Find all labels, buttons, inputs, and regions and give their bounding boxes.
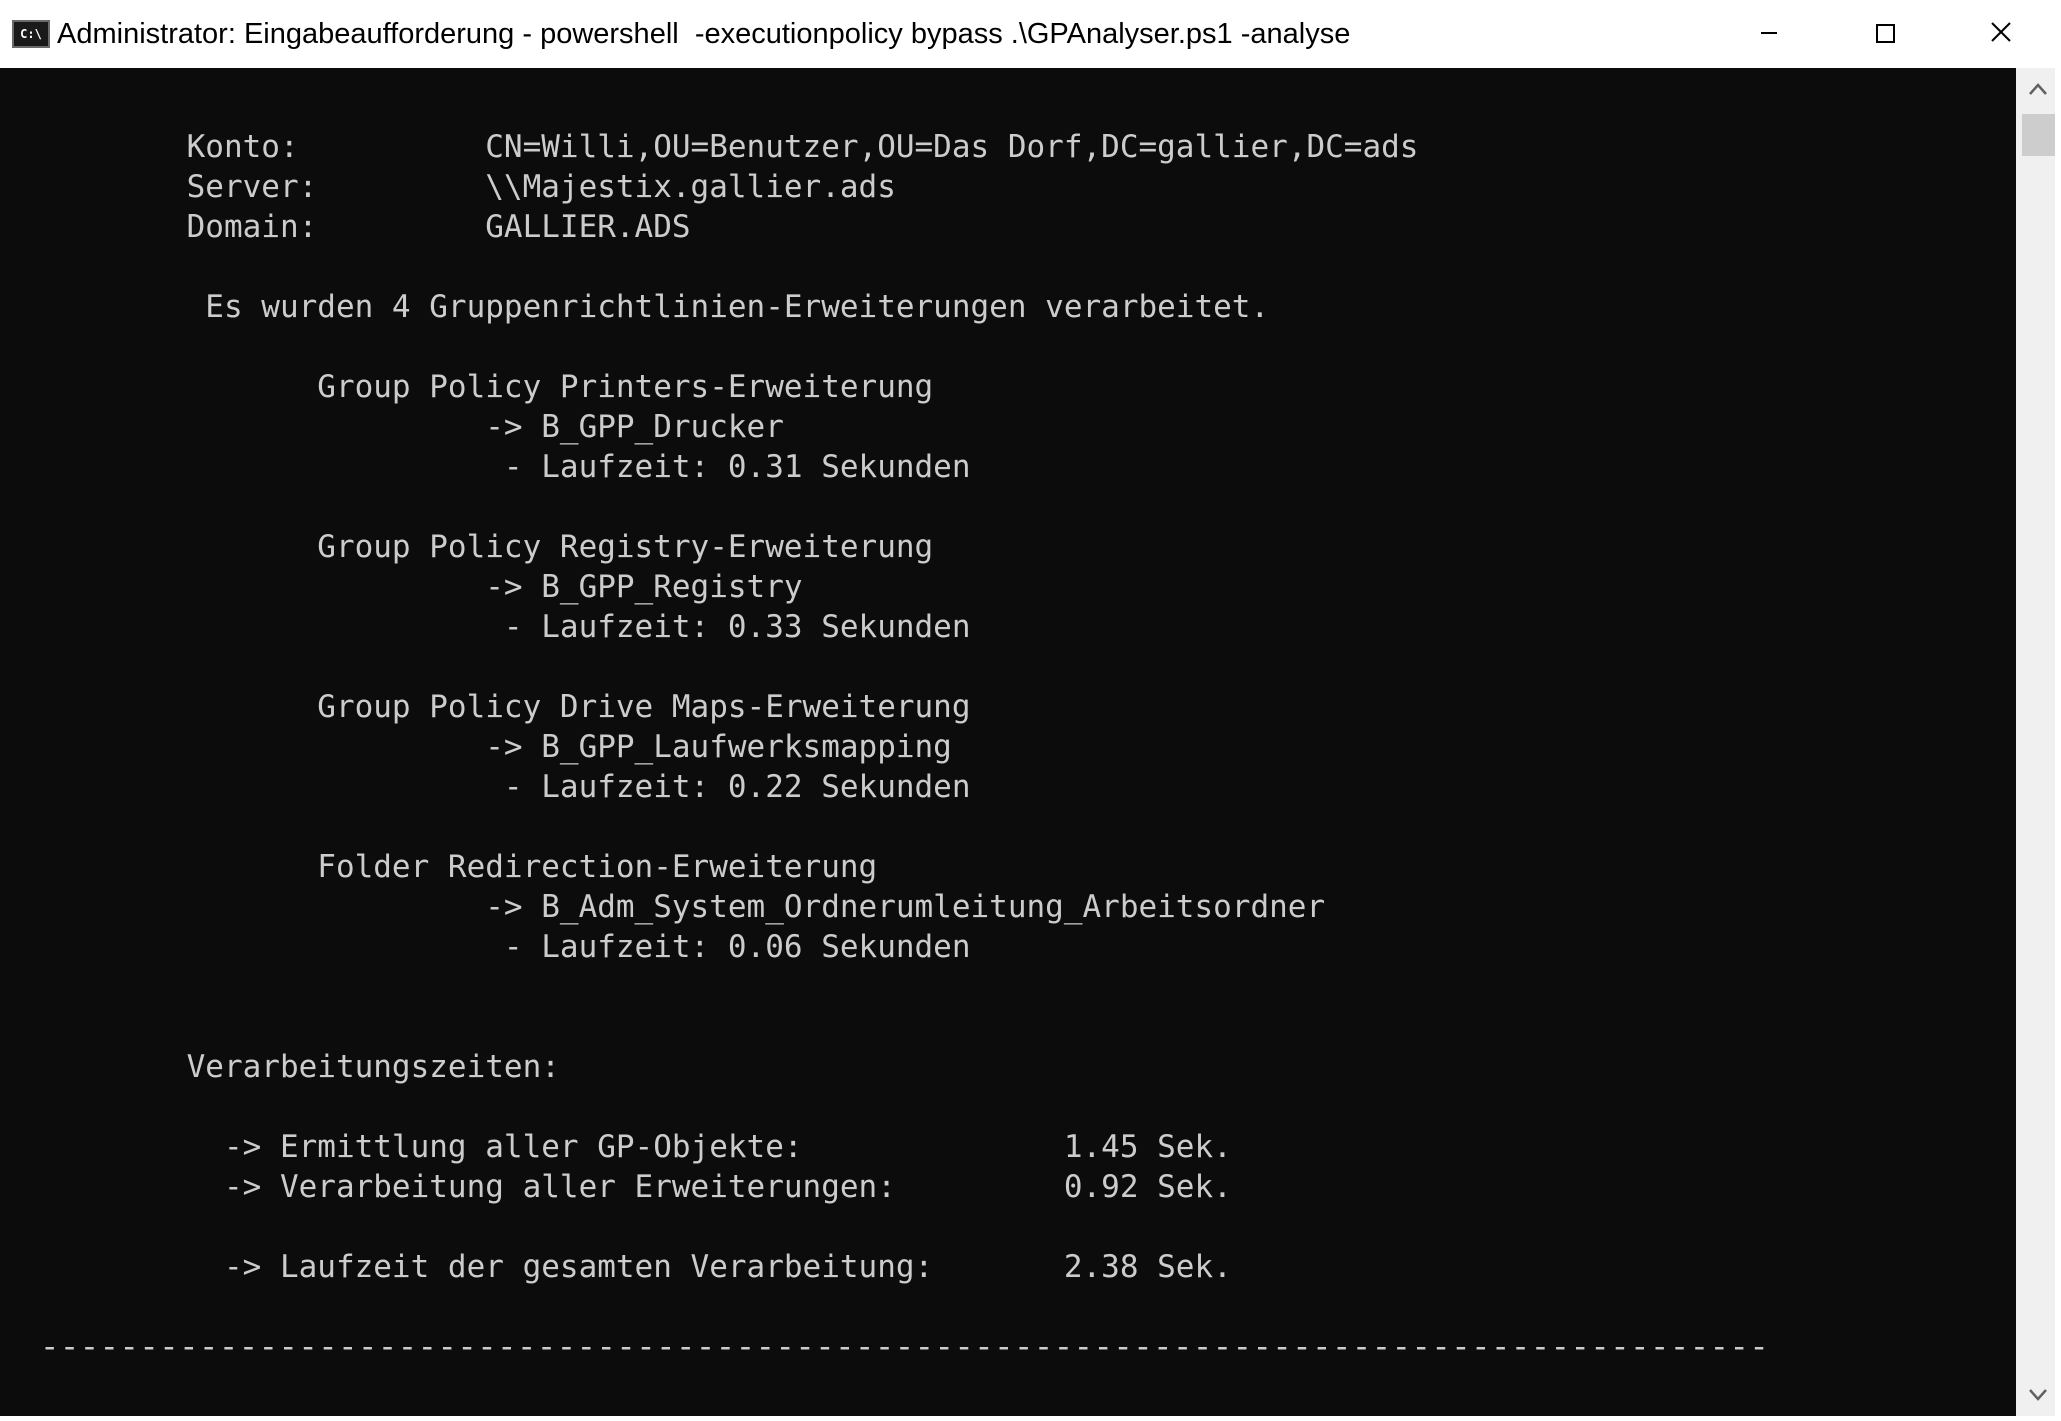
- console-line-runtime: - Laufzeit: 0.06 Sekunden: [0, 929, 971, 965]
- console-line-extension: Group Policy Printers-Erweiterung: [0, 369, 934, 405]
- console-line-time-total: -> Laufzeit der gesamten Verarbeitung: 2…: [0, 1249, 1232, 1285]
- console-line-extension: Folder Redirection-Erweiterung: [0, 849, 878, 885]
- maximize-button[interactable]: [1827, 0, 1943, 68]
- window-border: [2055, 68, 2061, 1416]
- minimize-icon: [1761, 32, 1777, 34]
- console-line-summary: Es wurden 4 Gruppenrichtlinien-Erweiteru…: [0, 289, 1270, 325]
- maximize-icon: [1876, 24, 1895, 43]
- console-line-konto: Konto: CN=Willi,OU=Benutzer,OU=Das Dorf,…: [0, 129, 1419, 165]
- console-output[interactable]: Konto: CN=Willi,OU=Benutzer,OU=Das Dorf,…: [0, 68, 2016, 1416]
- console-line-domain: Domain: GALLIER.ADS: [0, 209, 691, 245]
- console-icon: C:\: [12, 20, 50, 48]
- title-bar[interactable]: C:\ Administrator: Eingabeaufforderung -…: [0, 0, 2061, 68]
- console-line-gpo: -> B_Adm_System_Ordnerumleitung_Arbeitso…: [0, 889, 1326, 925]
- console-line-runtime: - Laufzeit: 0.31 Sekunden: [0, 449, 971, 485]
- console-line-runtime: - Laufzeit: 0.22 Sekunden: [0, 769, 971, 805]
- console-line-gpo: -> B_GPP_Laufwerksmapping: [0, 729, 952, 765]
- console-line-extension: Group Policy Drive Maps-Erweiterung: [0, 689, 971, 725]
- window-title: Administrator: Eingabeaufforderung - pow…: [57, 18, 1351, 50]
- close-icon: [1991, 22, 2011, 42]
- console-line-server: Server: \\Majestix.gallier.ads: [0, 169, 896, 205]
- console-line-time-extensions: -> Verarbeitung aller Erweiterungen: 0.9…: [0, 1169, 1232, 1205]
- console-line-runtime: - Laufzeit: 0.33 Sekunden: [0, 609, 971, 645]
- scroll-thumb[interactable]: [2022, 114, 2055, 156]
- separator-line: ----------------------------------------…: [0, 1329, 1770, 1365]
- console-line-gpo: -> B_GPP_Drucker: [0, 409, 784, 445]
- console-line-gpo: -> B_GPP_Registry: [0, 569, 803, 605]
- console-window: C:\ Administrator: Eingabeaufforderung -…: [0, 0, 2061, 1416]
- console-line-times-heading: Verarbeitungszeiten:: [0, 1049, 560, 1085]
- minimize-button[interactable]: [1711, 0, 1827, 68]
- console-line-extension: Group Policy Registry-Erweiterung: [0, 529, 934, 565]
- console-line-time-gpo: -> Ermittlung aller GP-Objekte: 1.45 Sek…: [0, 1129, 1232, 1165]
- close-button[interactable]: [1943, 0, 2059, 68]
